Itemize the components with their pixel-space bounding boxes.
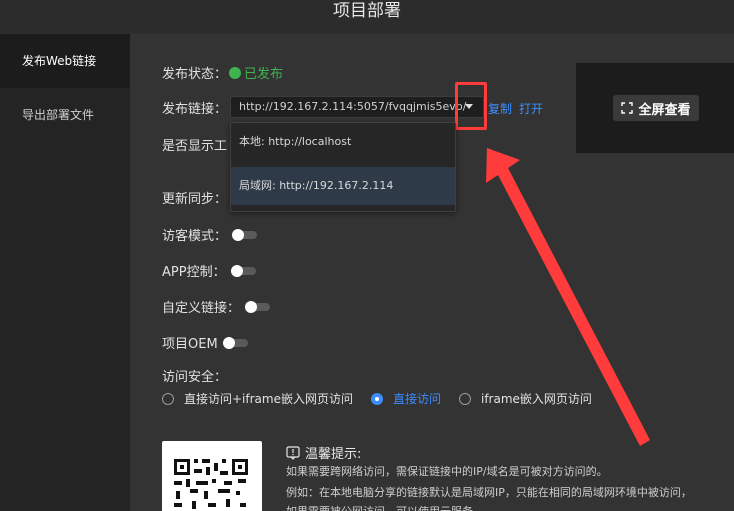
custom-link-toggle[interactable] xyxy=(245,300,271,313)
show-toolbar-label: 是否显示工 xyxy=(162,139,228,154)
project-oem-label: 项目OEM xyxy=(162,337,218,352)
radio-icon[interactable] xyxy=(459,392,471,405)
guest-mode-row: 访客模式： xyxy=(162,225,258,244)
access-security-radio-group: 直接访问+iframe嵌入网页访问 直接访问 iframe嵌入网页访问 xyxy=(162,390,610,407)
radio-label: 直接访问+iframe嵌入网页访问 xyxy=(184,392,353,406)
tips-title: 温馨提示: xyxy=(305,447,362,462)
custom-link-label: 自定义链接： xyxy=(162,301,241,316)
publish-status-label: 发布状态： xyxy=(162,67,228,82)
dropdown-option-lan[interactable]: 局域网: http://192.167.2.114 xyxy=(231,167,455,205)
info-icon xyxy=(286,445,300,460)
fullscreen-button[interactable]: 全屏查看 xyxy=(613,95,699,121)
app-control-row: APP控制： xyxy=(162,261,256,280)
publish-link-select[interactable]: http://192.167.2.114:5057/fvqqjmis5evb/ xyxy=(230,96,484,118)
radio-checked-icon[interactable] xyxy=(370,392,383,405)
update-sync-label: 更新同步： xyxy=(162,192,228,207)
app-control-toggle[interactable] xyxy=(230,264,256,277)
status-badge: 已发布 xyxy=(229,63,283,82)
project-oem-row: 项目OEM xyxy=(162,333,248,352)
sidebar-item-publish-web-link[interactable]: 发布Web链接 xyxy=(0,34,130,88)
tips-line-2: 例如：在本地电脑分享的链接默认是局域网IP，只能在相同的局域网环境中被访问， xyxy=(286,486,692,499)
status-dot-icon xyxy=(229,66,242,79)
radio-option-iframe[interactable]: iframe嵌入网页访问 xyxy=(459,390,592,407)
custom-link-row: 自定义链接： xyxy=(162,297,271,316)
annotation-highlight-box xyxy=(455,82,487,130)
copy-link-button[interactable]: 复制 xyxy=(488,100,512,117)
fullscreen-icon xyxy=(621,102,634,114)
tips-line-1: 如果需要跨网络访问，需保证链接中的IP/域名是可被对方访问的。 xyxy=(286,465,608,478)
open-link-button[interactable]: 打开 xyxy=(519,100,543,117)
guest-mode-toggle[interactable] xyxy=(232,228,258,241)
publish-link-label: 发布链接： xyxy=(162,102,228,117)
radio-icon[interactable] xyxy=(162,392,174,405)
status-value: 已发布 xyxy=(244,67,284,82)
qr-code-card xyxy=(162,441,262,511)
sidebar-item-export-deploy-files[interactable]: 导出部署文件 xyxy=(0,88,130,142)
radio-label: 直接访问 xyxy=(392,392,441,406)
tips-line-3: 如果需要被公网访问，可以使用云服务 xyxy=(286,503,473,511)
tips-title-row: 温馨提示: xyxy=(286,443,361,462)
radio-option-direct[interactable]: 直接访问 xyxy=(370,390,441,407)
sidebar: 发布Web链接 导出部署文件 xyxy=(0,34,130,511)
window-title: 项目部署 xyxy=(0,0,734,34)
qr-code-image xyxy=(174,459,248,511)
app-control-label: APP控制： xyxy=(162,265,226,280)
publish-status-row: 发布状态： 已发布 xyxy=(162,63,283,82)
link-dropdown-menu: 本地: http://localhost 局域网: http://192.167… xyxy=(230,122,456,212)
access-security-label: 访问安全： xyxy=(162,370,228,385)
guest-mode-label: 访客模式： xyxy=(162,229,228,244)
project-oem-toggle[interactable] xyxy=(222,336,248,349)
radio-option-direct-and-iframe[interactable]: 直接访问+iframe嵌入网页访问 xyxy=(162,390,353,407)
fullscreen-label: 全屏查看 xyxy=(638,102,691,118)
radio-label: iframe嵌入网页访问 xyxy=(481,392,592,406)
dropdown-option-local[interactable]: 本地: http://localhost xyxy=(231,123,455,161)
